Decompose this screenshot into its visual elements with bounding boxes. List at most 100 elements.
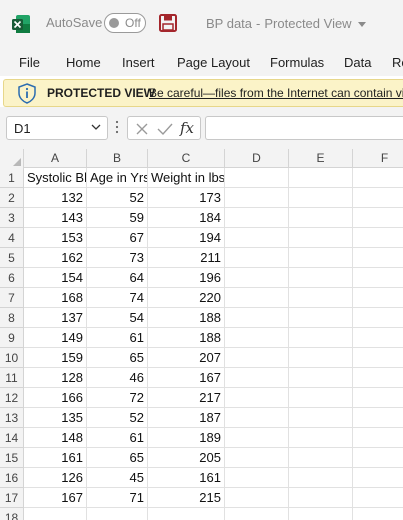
chevron-down-icon[interactable] [91, 122, 101, 132]
cell[interactable] [225, 468, 289, 488]
cell[interactable] [289, 448, 353, 468]
cell[interactable]: 220 [148, 288, 225, 308]
cell[interactable] [289, 168, 353, 188]
cell[interactable]: 173 [148, 188, 225, 208]
tab-home[interactable]: Home [66, 55, 101, 70]
row-header[interactable]: 4 [0, 228, 24, 248]
column-header-b[interactable]: B [87, 149, 148, 168]
cell[interactable] [225, 368, 289, 388]
cell[interactable] [225, 508, 289, 520]
cell[interactable] [87, 508, 148, 520]
cell[interactable] [289, 348, 353, 368]
save-icon[interactable] [159, 14, 177, 32]
cell[interactable] [289, 208, 353, 228]
cell[interactable]: 65 [87, 348, 148, 368]
row-header[interactable]: 5 [0, 248, 24, 268]
column-header-e[interactable]: E [289, 149, 353, 168]
header-cell[interactable]: Systolic Bl [24, 168, 87, 188]
cell[interactable]: 52 [87, 408, 148, 428]
cell[interactable] [353, 388, 403, 408]
cell[interactable]: 137 [24, 308, 87, 328]
column-header-c[interactable]: C [148, 149, 225, 168]
cell[interactable]: 184 [148, 208, 225, 228]
spreadsheet-grid[interactable]: A B C D E F 1 Systolic Bl Age in Yrs Weight… [0, 149, 403, 520]
cell[interactable]: 67 [87, 228, 148, 248]
cell[interactable]: 168 [24, 288, 87, 308]
cell[interactable] [353, 468, 403, 488]
cell[interactable] [353, 328, 403, 348]
column-header-d[interactable]: D [225, 149, 289, 168]
cell[interactable] [225, 208, 289, 228]
autosave-toggle[interactable]: Off [104, 13, 146, 33]
cell[interactable] [353, 488, 403, 508]
header-cell[interactable]: Weight in lbs. [148, 168, 225, 188]
cell[interactable]: 61 [87, 328, 148, 348]
cell[interactable]: 167 [24, 488, 87, 508]
cell[interactable]: 71 [87, 488, 148, 508]
row-header[interactable]: 15 [0, 448, 24, 468]
cell[interactable] [225, 268, 289, 288]
cell[interactable] [225, 348, 289, 368]
cell[interactable] [225, 408, 289, 428]
cell[interactable]: 161 [24, 448, 87, 468]
cell[interactable] [353, 248, 403, 268]
cell[interactable] [353, 408, 403, 428]
row-header[interactable]: 9 [0, 328, 24, 348]
cell[interactable] [289, 468, 353, 488]
cell[interactable] [24, 508, 87, 520]
cell[interactable] [225, 488, 289, 508]
formula-input[interactable] [205, 116, 403, 140]
cell[interactable] [225, 388, 289, 408]
row-header[interactable]: 11 [0, 368, 24, 388]
cell[interactable]: 52 [87, 188, 148, 208]
cell[interactable]: 159 [24, 348, 87, 368]
insert-function-button[interactable]: fx [180, 119, 194, 137]
cell[interactable]: 194 [148, 228, 225, 248]
cell[interactable] [289, 408, 353, 428]
cell[interactable] [225, 188, 289, 208]
cancel-icon[interactable] [134, 121, 150, 137]
cell[interactable] [289, 308, 353, 328]
cell[interactable] [225, 228, 289, 248]
cell[interactable] [289, 188, 353, 208]
tab-data[interactable]: Data [344, 55, 371, 70]
cell[interactable] [353, 368, 403, 388]
cell[interactable] [289, 368, 353, 388]
cell[interactable] [225, 448, 289, 468]
row-header[interactable]: 18 [0, 508, 24, 520]
cell[interactable] [289, 328, 353, 348]
row-header[interactable]: 1 [0, 168, 24, 188]
cell[interactable] [225, 288, 289, 308]
cell[interactable]: 166 [24, 388, 87, 408]
cell[interactable] [353, 208, 403, 228]
row-header[interactable]: 10 [0, 348, 24, 368]
header-cell[interactable]: Age in Yrs [87, 168, 148, 188]
cell[interactable] [225, 248, 289, 268]
cell[interactable]: 215 [148, 488, 225, 508]
column-header-f[interactable]: F [353, 149, 403, 168]
cell[interactable]: 188 [148, 308, 225, 328]
row-header[interactable]: 16 [0, 468, 24, 488]
name-box[interactable]: D1 [6, 116, 108, 140]
cell[interactable]: 167 [148, 368, 225, 388]
cell[interactable]: 73 [87, 248, 148, 268]
cell[interactable]: 211 [148, 248, 225, 268]
cell[interactable] [353, 288, 403, 308]
cell[interactable] [353, 308, 403, 328]
cell[interactable] [225, 308, 289, 328]
cell[interactable]: 65 [87, 448, 148, 468]
cell[interactable]: 154 [24, 268, 87, 288]
cell[interactable]: 45 [87, 468, 148, 488]
row-header[interactable]: 13 [0, 408, 24, 428]
cell[interactable]: 188 [148, 328, 225, 348]
cell[interactable] [353, 188, 403, 208]
document-title[interactable]: BP data - Protected View [206, 16, 366, 31]
cell[interactable]: 162 [24, 248, 87, 268]
cell[interactable] [353, 168, 403, 188]
cell[interactable]: 135 [24, 408, 87, 428]
cell[interactable]: 64 [87, 268, 148, 288]
cell[interactable]: 143 [24, 208, 87, 228]
cell[interactable] [289, 228, 353, 248]
row-header[interactable]: 3 [0, 208, 24, 228]
cell[interactable] [353, 428, 403, 448]
